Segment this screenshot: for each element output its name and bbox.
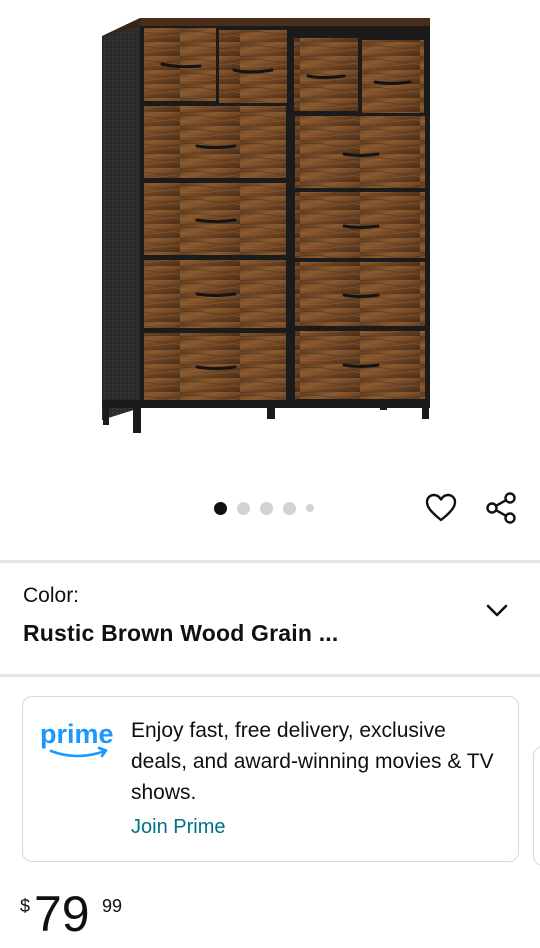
chevron-down-icon[interactable] xyxy=(484,598,510,624)
section-divider xyxy=(0,560,540,563)
share-button[interactable] xyxy=(482,489,520,527)
carousel-dot-1[interactable] xyxy=(214,501,227,515)
price-currency-symbol: $ xyxy=(20,896,31,916)
section-divider xyxy=(0,674,540,677)
carousel-dot-3[interactable] xyxy=(260,501,273,515)
prime-logo-text: prime xyxy=(40,719,114,749)
next-card-peek[interactable] xyxy=(533,746,540,866)
price-whole: 79 xyxy=(34,886,90,942)
join-prime-link[interactable]: Join Prime xyxy=(131,816,225,839)
selected-color-value: Rustic Brown Wood Grain ... xyxy=(23,620,339,646)
prime-logo: prime xyxy=(40,719,114,758)
heart-outline-icon xyxy=(425,493,457,522)
product-image[interactable] xyxy=(0,0,540,470)
add-to-wishlist-button[interactable] xyxy=(423,490,459,526)
prime-description: Enjoy fast, free delivery, exclusive dea… xyxy=(131,719,494,804)
dresser-image xyxy=(102,18,430,433)
prime-upsell-card: prime Enjoy fast, free delivery, exclusi… xyxy=(22,696,519,862)
image-carousel-dots[interactable] xyxy=(214,500,314,516)
price-fraction: 99 xyxy=(102,896,123,916)
carousel-dot-5[interactable] xyxy=(306,504,314,512)
share-icon xyxy=(486,492,516,524)
color-label: Color: xyxy=(23,584,80,607)
carousel-dot-4[interactable] xyxy=(283,501,296,515)
carousel-dot-2[interactable] xyxy=(237,501,250,515)
